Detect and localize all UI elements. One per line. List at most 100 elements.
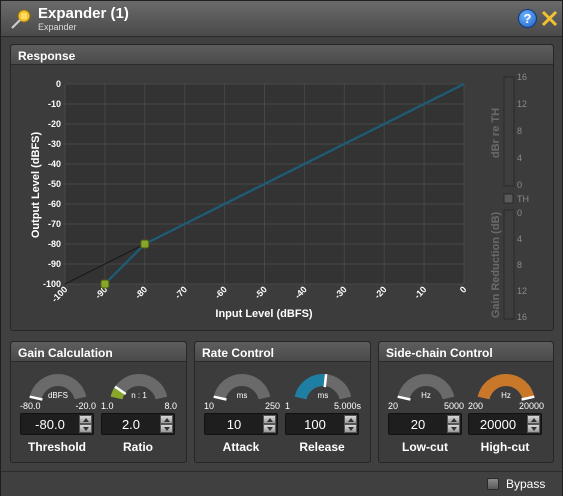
- ratio-min: 1.0: [101, 401, 114, 411]
- response-panel: Response -100 -90 -80 -70 -60 -50 -40 -30 -20 -10…: [10, 44, 554, 331]
- meter-bottom-tick: 0: [517, 208, 522, 218]
- y-tick-label: -80: [48, 239, 61, 249]
- release-knob-pointer[interactable]: [323, 374, 328, 388]
- meter-bottom-tick: 4: [517, 234, 522, 244]
- expander-window: Expander (1) Expander ? Response -100 -90…: [0, 0, 563, 496]
- attack-min: 10: [204, 401, 215, 411]
- attack-label: Attack: [222, 440, 260, 454]
- release-control: ms 1 5.000s 100 Release: [285, 369, 365, 459]
- x-tick-label: -40: [293, 284, 309, 300]
- help-icon[interactable]: ?: [518, 9, 537, 28]
- lowcut-max: 5000: [443, 401, 464, 411]
- meter-top-tick: 0: [517, 180, 522, 190]
- y-tick-label: 0: [56, 79, 61, 89]
- highcut-max: 20000: [518, 401, 544, 411]
- threshold-handle[interactable]: [140, 239, 150, 249]
- threshold-decrement-button[interactable]: [79, 424, 92, 433]
- close-icon[interactable]: [540, 9, 559, 28]
- x-tick-label: -20: [372, 284, 388, 300]
- ratio-handle[interactable]: [100, 279, 110, 289]
- meter-top-tick: 12: [517, 99, 527, 109]
- threshold-label: Threshold: [27, 440, 86, 454]
- bypass-label[interactable]: Bypass: [506, 477, 545, 491]
- sidechain-control-title: Side-chain Control: [386, 346, 493, 360]
- attack-input[interactable]: 10: [204, 413, 278, 435]
- gain-reduction-meter: [503, 209, 515, 320]
- release-value[interactable]: 100: [286, 417, 344, 432]
- th-label: TH: [517, 194, 529, 204]
- lowcut-value[interactable]: 20: [389, 417, 447, 432]
- bypass-checkbox[interactable]: [487, 478, 499, 490]
- y-tick-label: -30: [48, 139, 61, 149]
- highcut-label: High-cut: [480, 440, 530, 454]
- lowcut-increment-button[interactable]: [447, 415, 460, 424]
- highcut-control: Hz 200 20000 20000 High-cut: [468, 369, 548, 459]
- rate-control-title: Rate Control: [202, 346, 274, 360]
- threshold-meter: [503, 76, 515, 187]
- ratio-increment-button[interactable]: [160, 415, 173, 424]
- x-axis-label: Input Level (dBFS): [215, 308, 313, 320]
- highcut-unit: Hz: [501, 391, 511, 400]
- window-subtitle: Expander: [38, 22, 77, 32]
- ratio-unit: n : 1: [131, 391, 147, 400]
- attack-value[interactable]: 10: [205, 417, 263, 432]
- ratio-input[interactable]: 2.0: [101, 413, 175, 435]
- attack-max: 250: [264, 401, 280, 411]
- attack-unit: ms: [236, 391, 248, 400]
- attack-control: ms 10 250 10 Attack: [204, 369, 284, 459]
- lowcut-control: Hz 20 5000 20 Low-cut: [388, 369, 468, 459]
- threshold-unit: dBFS: [47, 391, 68, 400]
- y-tick-label: -70: [48, 219, 61, 229]
- ratio-control: n : 1 1.0 8.0 2.0 Ratio: [101, 369, 181, 459]
- gain-reduction-label: Gain Reduction (dB): [490, 212, 502, 319]
- y-tick-label: -50: [48, 179, 61, 189]
- y-tick-label: -90: [48, 259, 61, 269]
- release-decrement-button[interactable]: [344, 424, 357, 433]
- title-bar: Expander (1) Expander ?: [1, 1, 562, 37]
- ratio-decrement-button[interactable]: [160, 424, 173, 433]
- release-input[interactable]: 100: [285, 413, 359, 435]
- threshold-control: dBFS -80.0 -20.0 -80.0 Threshold: [20, 369, 100, 459]
- highcut-decrement-button[interactable]: [527, 424, 540, 433]
- attack-increment-button[interactable]: [263, 415, 276, 424]
- meter-top-tick: 4: [517, 153, 522, 163]
- x-tick-labels: -100 -90 -80 -70 -60 -50 -40 -30 -20 -10 0: [50, 284, 469, 304]
- y-tick-label: -10: [48, 99, 61, 109]
- ratio-label: Ratio: [123, 440, 153, 454]
- release-min: 1: [285, 401, 291, 411]
- meter-bottom-tick: 8: [517, 260, 522, 270]
- x-tick-label: -30: [332, 284, 348, 300]
- highcut-value[interactable]: 20000: [469, 417, 527, 432]
- threshold-input[interactable]: -80.0: [20, 413, 94, 435]
- gain-calculation-title: Gain Calculation: [18, 346, 113, 360]
- release-increment-button[interactable]: [344, 415, 357, 424]
- x-tick-label: -10: [412, 284, 428, 300]
- meter-bottom-tick: 16: [517, 312, 527, 322]
- th-checkbox[interactable]: [503, 193, 514, 204]
- meter-bottom-ticks: 0 4 8 12 16: [517, 208, 527, 322]
- meter-top-tick: 8: [517, 126, 522, 136]
- dbr-re-th-label: dBr re TH: [490, 108, 502, 158]
- y-tick-label: -40: [48, 159, 61, 169]
- lowcut-decrement-button[interactable]: [447, 424, 460, 433]
- lowcut-input[interactable]: 20: [388, 413, 462, 435]
- x-tick-label: 0: [458, 284, 469, 295]
- ratio-value[interactable]: 2.0: [102, 417, 160, 432]
- x-tick-label: -80: [133, 284, 149, 300]
- highcut-increment-button[interactable]: [527, 415, 540, 424]
- lowcut-label: Low-cut: [402, 440, 448, 454]
- highcut-input[interactable]: 20000: [468, 413, 542, 435]
- pushpin-icon: [11, 9, 31, 29]
- attack-decrement-button[interactable]: [263, 424, 276, 433]
- meter-top-ticks: 16 12 8 4 0: [517, 72, 527, 190]
- release-max: 5.000s: [333, 401, 361, 411]
- threshold-increment-button[interactable]: [79, 415, 92, 424]
- threshold-min: -80.0: [20, 401, 41, 411]
- y-axis-label: Output Level (dBFS): [30, 132, 42, 239]
- x-tick-label: -60: [213, 284, 229, 300]
- meter-bottom-tick: 12: [517, 286, 527, 296]
- ratio-max: 8.0: [164, 401, 177, 411]
- lowcut-min: 20: [388, 401, 399, 411]
- y-tick-label: -100: [43, 279, 61, 289]
- threshold-value[interactable]: -80.0: [21, 417, 79, 432]
